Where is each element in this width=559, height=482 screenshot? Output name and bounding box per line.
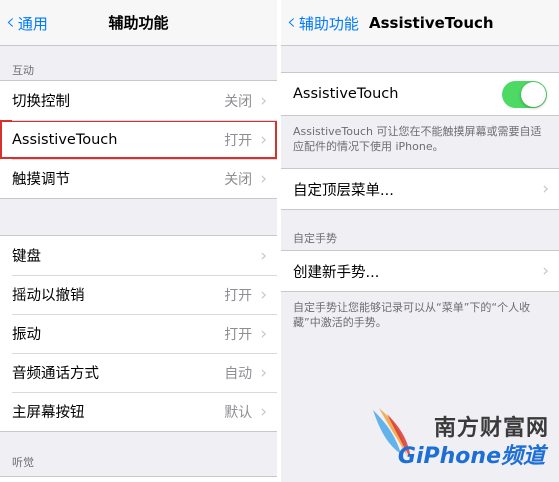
row-label: AssistiveTouch xyxy=(293,86,399,102)
row-value: 关闭 xyxy=(224,93,253,110)
row-touch-accommodations[interactable]: 触摸调节 关闭 › xyxy=(0,159,277,198)
back-button[interactable]: ‹ 辅助功能 xyxy=(287,0,359,46)
settings-group-other: 键盘 › 摇动以撤销 打开 › 振动 打开 › 音频通话方式 自动 › 主屏幕按… xyxy=(0,235,277,432)
customize-group: 自定顶层菜单... › xyxy=(281,168,559,210)
section-header-custom-gestures: 自定手势 xyxy=(293,232,337,245)
row-label: 自定顶层菜单... xyxy=(293,182,394,199)
page-title: AssistiveTouch xyxy=(369,14,494,32)
accessibility-pane: ‹ 通用 辅助功能 互动 切换控制 关闭 › AssistiveTouch 打开… xyxy=(0,0,277,482)
row-label: 触摸调节 xyxy=(12,172,70,188)
chevron-left-icon: ‹ xyxy=(6,10,15,35)
assistivetouch-pane: ‹ 辅助功能 AssistiveTouch AssistiveTouch Ass… xyxy=(281,0,559,482)
chevron-left-icon: ‹ xyxy=(287,10,296,35)
row-value: 打开 xyxy=(224,326,253,343)
row-value: 打开 xyxy=(224,132,253,149)
row-label: 主屏幕按钮 xyxy=(12,405,85,421)
row-label: 音频通话方式 xyxy=(12,366,99,382)
row-value: 自动 xyxy=(224,365,253,382)
row-customize-top-menu[interactable]: 自定顶层菜单... › xyxy=(281,169,559,209)
chevron-right-icon: › xyxy=(260,362,267,383)
row-value: 关闭 xyxy=(224,171,253,188)
row-assistivetouch[interactable]: AssistiveTouch 打开 › xyxy=(0,120,277,159)
row-label: 创建新手势... xyxy=(293,264,380,281)
back-label: 通用 xyxy=(17,14,48,33)
row-label: 振动 xyxy=(12,327,41,343)
row-label: 切换控制 xyxy=(12,94,70,110)
row-keyboard[interactable]: 键盘 › xyxy=(0,236,277,275)
row-value: 默认 xyxy=(224,404,253,421)
row-label: 键盘 xyxy=(12,249,41,265)
toggle-footnote: AssistiveTouch 可让您在不能触摸屏幕或需要自适应配件的情况下使用 … xyxy=(293,125,542,153)
chevron-right-icon: › xyxy=(260,129,267,150)
row-value: 打开 xyxy=(224,287,253,304)
row-home-button[interactable]: 主屏幕按钮 默认 › xyxy=(0,392,277,431)
row-shake-to-undo[interactable]: 摇动以撤销 打开 › xyxy=(0,275,277,314)
toggle-group: AssistiveTouch xyxy=(281,72,559,116)
back-label: 辅助功能 xyxy=(298,14,359,33)
settings-group-interaction: 切换控制 关闭 › AssistiveTouch 打开 › 触摸调节 关闭 › xyxy=(0,80,277,199)
row-call-audio-routing[interactable]: 音频通话方式 自动 › xyxy=(0,353,277,392)
chevron-right-icon: › xyxy=(260,284,267,305)
chevron-right-icon: › xyxy=(260,245,267,266)
chevron-right-icon: › xyxy=(260,90,267,111)
section-header-interaction: 互动 xyxy=(12,64,34,77)
row-assistivetouch-toggle: AssistiveTouch xyxy=(281,73,559,115)
navigation-bar: ‹ 通用 辅助功能 xyxy=(0,0,277,46)
back-button[interactable]: ‹ 通用 xyxy=(6,0,48,46)
chevron-right-icon: › xyxy=(260,323,267,344)
watermark-text-top: 南方财富网 xyxy=(433,416,549,441)
row-label: AssistiveTouch xyxy=(12,131,118,148)
assistivetouch-switch[interactable] xyxy=(502,80,547,108)
watermark-text-bottom: GiPhone频道 xyxy=(397,444,545,469)
settings-group-hearing xyxy=(0,476,277,482)
row-switch-control[interactable]: 切换控制 关闭 › xyxy=(0,81,277,120)
wing-logo-icon xyxy=(373,408,411,460)
navigation-bar: ‹ 辅助功能 AssistiveTouch xyxy=(281,0,559,46)
section-header-hearing: 听觉 xyxy=(12,456,34,469)
watermark-logo: 南方财富网 GiPhone频道 xyxy=(365,404,555,476)
row-label: 摇动以撤销 xyxy=(12,288,85,304)
row-vibration[interactable]: 振动 打开 › xyxy=(0,314,277,353)
chevron-right-icon: › xyxy=(260,401,267,422)
gesture-group: 创建新手势... › xyxy=(281,250,559,292)
gesture-footnote: 自定手势让您能够记录可以从“菜单”下的“个人收藏”中激活的手势。 xyxy=(293,301,531,329)
chevron-right-icon: › xyxy=(542,179,549,199)
chevron-right-icon: › xyxy=(260,168,267,189)
chevron-right-icon: › xyxy=(542,261,549,281)
row-create-gesture[interactable]: 创建新手势... › xyxy=(281,251,559,291)
switch-knob xyxy=(521,81,546,107)
